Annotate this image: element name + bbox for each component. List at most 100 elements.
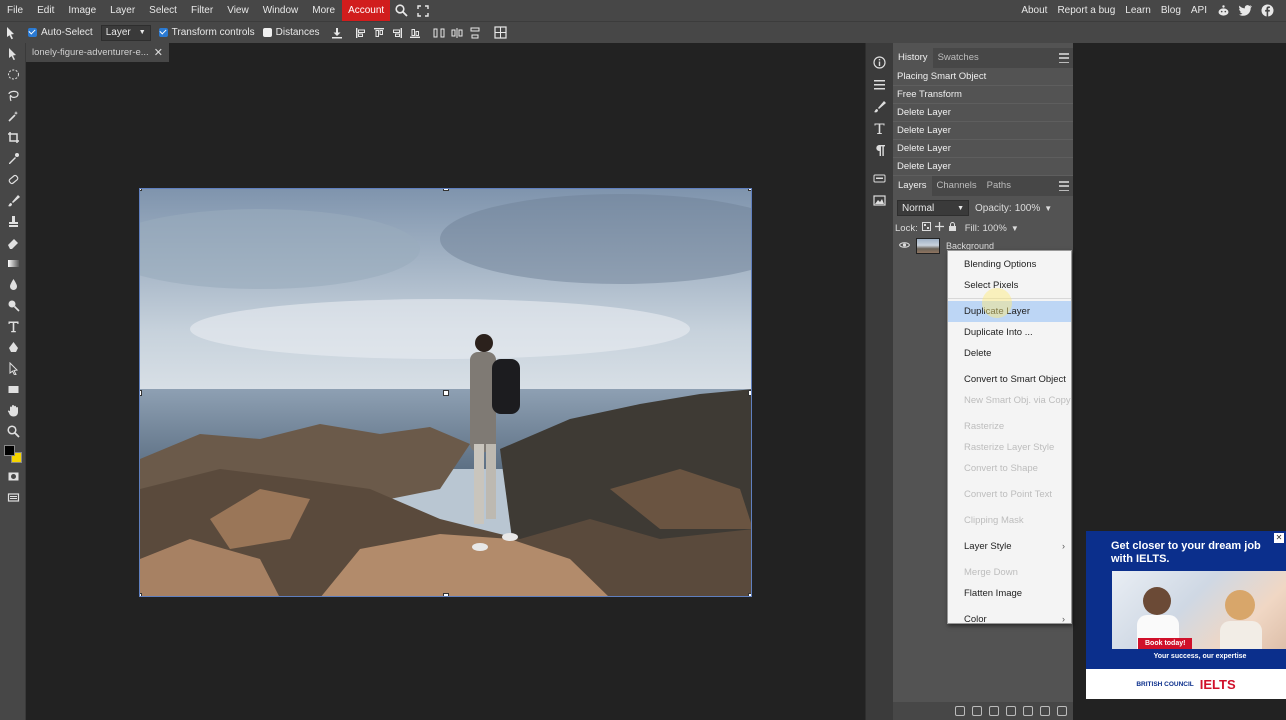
hand-tool-icon[interactable] <box>0 400 26 421</box>
move-tool-icon[interactable] <box>0 43 26 64</box>
menu-report-bug[interactable]: Report a bug <box>1052 0 1120 21</box>
lasso-tool-icon[interactable] <box>0 85 26 106</box>
tab-swatches[interactable]: Swatches <box>933 48 984 68</box>
tab-paths[interactable]: Paths <box>982 176 1016 196</box>
marquee-tool-icon[interactable] <box>0 64 26 85</box>
history-item[interactable]: Delete Layer <box>893 122 1073 140</box>
info-icon[interactable] <box>866 51 892 73</box>
menu-learn[interactable]: Learn <box>1120 0 1156 21</box>
path-select-tool-icon[interactable] <box>0 358 26 379</box>
menu-item-delete[interactable]: Delete <box>948 343 1071 364</box>
distribute-v-icon[interactable] <box>466 24 484 42</box>
history-item[interactable]: Placing Smart Object <box>893 68 1073 86</box>
opacity-dropdown-icon[interactable]: ▼ <box>1044 204 1052 213</box>
new-layer-icon[interactable] <box>1040 706 1050 716</box>
distances-check[interactable] <box>262 28 272 37</box>
transform-controls-check[interactable] <box>158 28 168 37</box>
panel-menu-icon[interactable] <box>1059 181 1069 191</box>
css-icon[interactable] <box>866 167 892 189</box>
menu-item-blending-options[interactable]: Blending Options <box>948 254 1071 275</box>
magic-wand-tool-icon[interactable] <box>0 106 26 127</box>
auto-select-check[interactable] <box>28 28 37 37</box>
clone-stamp-tool-icon[interactable] <box>0 211 26 232</box>
facebook-icon[interactable] <box>1256 0 1278 21</box>
lock-pixels-icon[interactable] <box>921 222 931 234</box>
lock-position-icon[interactable] <box>934 222 944 234</box>
history-item[interactable]: Delete Layer <box>893 140 1073 158</box>
menu-window[interactable]: Window <box>256 0 306 21</box>
panel-menu-icon[interactable] <box>1059 53 1069 63</box>
pen-tool-icon[interactable] <box>0 337 26 358</box>
transform-controls-checkbox[interactable]: Transform controls <box>158 27 255 38</box>
zoom-tool-icon[interactable] <box>0 421 26 442</box>
transform-center-handle[interactable] <box>443 390 449 396</box>
auto-select-target-dropdown[interactable]: Layer ▼ <box>100 24 151 41</box>
align-right-icon[interactable] <box>388 24 406 42</box>
lock-all-icon[interactable] <box>948 222 957 234</box>
paragraph-icon[interactable] <box>866 139 892 161</box>
menu-layer[interactable]: Layer <box>103 0 142 21</box>
advertisement[interactable]: ✕ Get closer to your dream job with IELT… <box>1086 531 1286 699</box>
tab-history[interactable]: History <box>893 48 933 68</box>
type-tool-icon[interactable] <box>0 316 26 337</box>
align-top-icon[interactable] <box>370 24 388 42</box>
menu-view[interactable]: View <box>220 0 256 21</box>
menu-item-convert-smart-object[interactable]: Convert to Smart Object <box>948 369 1071 390</box>
blend-mode-dropdown[interactable]: Normal ▼ <box>897 200 969 216</box>
menu-blog[interactable]: Blog <box>1156 0 1186 21</box>
link-layers-icon[interactable] <box>955 706 965 716</box>
distances-checkbox[interactable]: Distances <box>262 27 320 38</box>
screen-mode-icon[interactable] <box>0 487 26 508</box>
transform-handle[interactable] <box>748 390 751 396</box>
transform-handle[interactable] <box>748 593 751 596</box>
eyedropper-tool-icon[interactable] <box>0 148 26 169</box>
distribute-center-icon[interactable] <box>448 24 466 42</box>
rectangle-tool-icon[interactable] <box>0 379 26 400</box>
history-item[interactable]: Free Transform <box>893 86 1073 104</box>
adjustment-layer-icon[interactable] <box>1006 706 1016 716</box>
menu-image[interactable]: Image <box>61 0 103 21</box>
menu-about[interactable]: About <box>1016 0 1052 21</box>
brush-settings-icon[interactable] <box>866 95 892 117</box>
eraser-tool-icon[interactable] <box>0 232 26 253</box>
layer-effects-icon[interactable] <box>972 706 982 716</box>
foreground-color-swatch[interactable] <box>4 445 15 456</box>
ad-book-button[interactable]: Book today! <box>1138 638 1193 649</box>
brush-tool-icon[interactable] <box>0 190 26 211</box>
close-icon[interactable]: ✕ <box>154 46 163 59</box>
menu-more[interactable]: More <box>305 0 342 21</box>
healing-brush-tool-icon[interactable] <box>0 169 26 190</box>
transform-handle[interactable] <box>443 189 449 191</box>
add-mask-icon[interactable] <box>989 706 999 716</box>
menu-edit[interactable]: Edit <box>30 0 61 21</box>
twitter-icon[interactable] <box>1234 0 1256 21</box>
menu-filter[interactable]: Filter <box>184 0 220 21</box>
distribute-h-icon[interactable] <box>430 24 448 42</box>
fill-dropdown-icon[interactable]: ▼ <box>1011 224 1019 233</box>
menu-item-select-pixels[interactable]: Select Pixels <box>948 275 1071 296</box>
tab-channels[interactable]: Channels <box>932 176 982 196</box>
history-item[interactable]: Delete Layer <box>893 158 1073 176</box>
blur-tool-icon[interactable] <box>0 274 26 295</box>
download-icon[interactable] <box>328 24 346 42</box>
transform-handle[interactable] <box>140 189 142 191</box>
menu-item-flatten-image[interactable]: Flatten Image <box>948 583 1071 604</box>
crop-tool-icon[interactable] <box>0 127 26 148</box>
menu-file[interactable]: File <box>0 0 30 21</box>
color-swatches[interactable] <box>0 442 26 466</box>
history-item[interactable]: Delete Layer <box>893 104 1073 122</box>
opacity-value[interactable]: 100% <box>1015 203 1041 214</box>
eye-icon[interactable] <box>898 241 911 252</box>
gradient-tool-icon[interactable] <box>0 253 26 274</box>
menu-item-layer-style[interactable]: Layer Style › <box>948 536 1071 557</box>
fullscreen-icon[interactable] <box>412 0 434 21</box>
menu-item-color[interactable]: Color › <box>948 609 1071 630</box>
properties-icon[interactable] <box>866 73 892 95</box>
menu-select[interactable]: Select <box>142 0 184 21</box>
align-left-icon[interactable] <box>352 24 370 42</box>
canvas-image[interactable] <box>139 188 752 597</box>
align-bottom-icon[interactable] <box>406 24 424 42</box>
tab-layers[interactable]: Layers <box>893 176 932 196</box>
new-group-icon[interactable] <box>1023 706 1033 716</box>
character-icon[interactable] <box>866 117 892 139</box>
